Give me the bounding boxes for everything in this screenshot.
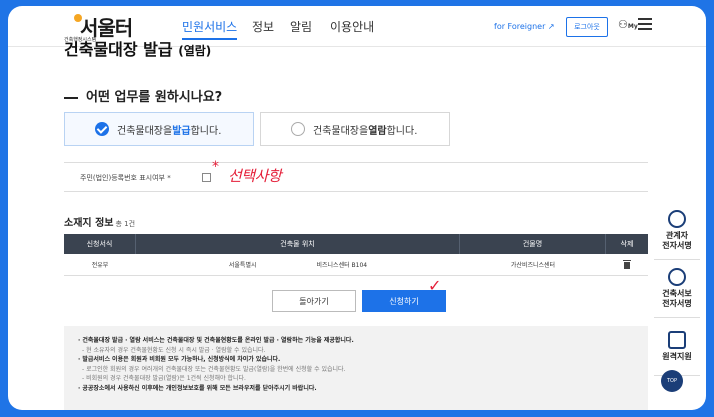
cell-delete [606,254,648,275]
cell-location-detail: 비즈니스센터 B104 [316,262,368,269]
my-label: My [627,23,638,30]
col-header-building-name: 건물명 [460,234,606,254]
page-title-suffix: (열람) [178,44,212,58]
col-header-form: 신청서식 [64,234,136,254]
side-item-remote-support[interactable]: 원격지원 [654,318,700,376]
notice-line: - 로그인한 회원의 경우 여러개의 건축물대장 또는 건축물현황도 발급(열람… [82,365,346,373]
page-title-text: 건축물대장 발급 [64,40,173,59]
trash-icon[interactable] [623,260,631,269]
notice-box: · 건축물대장 발급 · 열람 서비스는 건축물대장 및 건축물현황도를 온라인… [64,326,648,410]
side-item-label-line-2: 전자서명 [662,241,692,250]
logout-button[interactable]: 로그아웃 [566,17,608,37]
foreigner-link-label: for Foreigner [494,22,546,31]
side-item-label: 원격지원 [662,352,692,361]
table-row: 전유부 서울특별시 비즈니스센터 B104 가산비즈니스센터 [64,254,648,276]
notice-line: · 발급서비스 이용은 회원과 비회원 모두 가능하나, 신청방식에 차이가 있… [78,356,281,363]
cell-location: 서울특별시 비즈니스센터 B104 [136,254,460,275]
col-header-location: 건축물 위치 [136,234,460,254]
notice-line: · 공공장소에서 사용하신 이후에는 개인정보보호를 위해 모든 브라우저를 닫… [78,384,317,392]
section-dash [64,96,78,99]
location-info-count: 총 1건 [115,220,136,228]
location-info-title-text: 소재지 정보 [64,218,114,229]
side-item-label-line-2: 전자서명 [662,299,692,308]
notice-line: · 건축물대장 발급 · 열람 서비스는 건축물대장 및 건축물현황도를 온라인… [78,337,354,344]
external-link-icon: ↗ [547,22,555,31]
option-issue[interactable]: 건축물대장을 발급 합니다. [64,112,254,146]
location-table: 신청서식 건축물 위치 건물명 삭제 전유부 서울특별시 비즈니스센터 B104… [64,234,648,276]
option-view-prefix: 건축물대장을 [313,125,369,137]
section-question: 어떤 업무를 원하시나요? [64,86,222,105]
col-header-delete: 삭제 [620,240,634,248]
option-view-suffix: 합니다. [386,125,418,137]
side-item-label-line-1: 건축서보 [662,289,692,298]
radio-unchecked-icon[interactable] [291,122,305,136]
id-display-row: 주민(법인)등록번호 표시여부 * * 선택사항 [64,159,648,192]
annotation-optional-text: 선택사항 [228,167,282,185]
location-info-title: 소재지 정보 총 1건 [64,214,135,229]
side-item-stakeholder-sign[interactable]: 관계자 전자서명 [654,202,700,260]
side-item-label-line-1: 관계자 [665,231,689,240]
notice-line: - 비회원의 경우 건축물대장 발급(열람)은 1건씩 신청해야 합니다. [82,375,246,382]
notice-line: - 현 소유자의 경우 건축물현황도 신청 시 즉시 발급 · 열람할 수 있습… [82,346,266,354]
cell-form: 전유부 [91,262,109,269]
id-display-checkbox[interactable] [202,173,211,182]
monitor-icon [668,331,686,349]
nav-item-guide[interactable]: 이용안내 [330,18,374,35]
radio-checked-icon[interactable] [95,122,109,136]
person-sign-icon [668,268,686,286]
scroll-top-button[interactable]: TOP [661,370,683,392]
person-sign-icon [668,210,686,228]
nav-item-notice[interactable]: 알림 [290,18,312,35]
page-title: 건축물대장 발급 (열람) [64,36,211,60]
user-icon: ⚇ [618,18,628,31]
nav-item-info[interactable]: 정보 [252,18,274,35]
back-button[interactable]: 돌아가기 [272,290,356,312]
side-item-label: 관계자 전자서명 [662,231,691,251]
hamburger-menu-icon[interactable] [638,18,652,30]
my-page-button[interactable]: ⚇My [618,18,638,31]
id-display-label: 주민(법인)등록번호 표시여부 * [80,174,171,182]
section-question-text: 어떤 업무를 원하시나요? [86,90,223,105]
annotation-checkmark: ✓ [428,276,442,295]
cell-building-name: 가산비즈니스센터 [510,262,556,269]
side-quick-menu: 관계자 전자서명 건축서보 전자서명 원격지원 [654,202,700,376]
app-window: 서울터 건축행정시스템 민원서비스 정보 알림 이용안내 for Foreign… [8,6,706,410]
table-header: 신청서식 건축물 위치 건물명 삭제 [64,234,648,254]
option-issue-keyword: 발급 [172,125,191,137]
foreigner-link[interactable]: for Foreigner ↗ [494,22,555,31]
side-item-building-sign[interactable]: 건축서보 전자서명 [654,260,700,318]
option-view[interactable]: 건축물대장을 열람 합니다. [260,112,450,146]
option-view-keyword: 열람 [368,125,387,137]
side-item-label: 건축서보 전자서명 [662,289,691,309]
option-issue-prefix: 건축물대장을 [117,125,173,137]
option-issue-suffix: 합니다. [190,125,222,137]
annotation-star: * [212,159,219,175]
cell-location-city: 서울특별시 [228,262,257,269]
